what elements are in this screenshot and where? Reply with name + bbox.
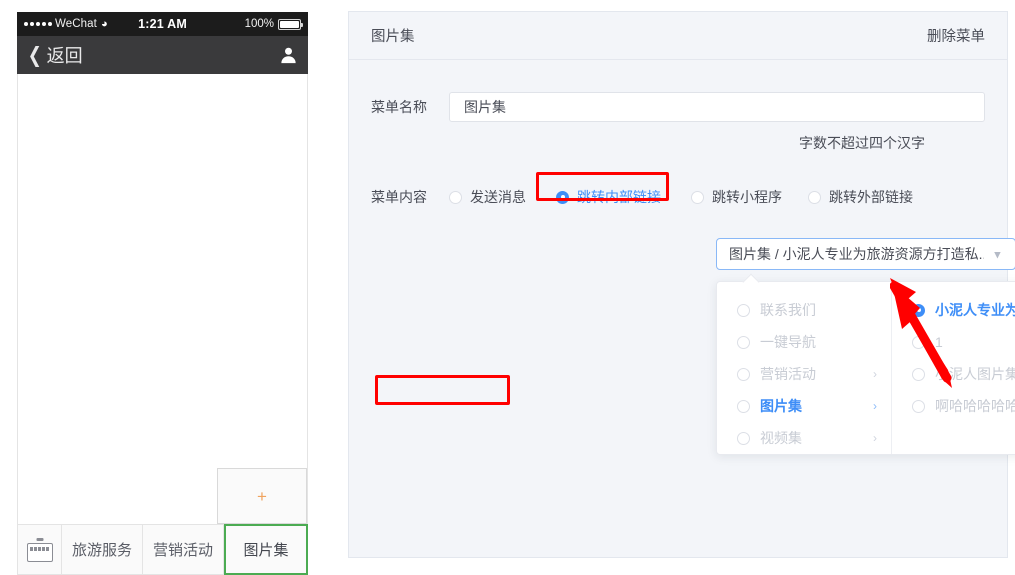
- back-button-label: 返回: [47, 42, 83, 68]
- menu-name-label: 菜单名称: [371, 97, 449, 117]
- radio-icon: [912, 400, 925, 413]
- radio-icon: [556, 191, 569, 204]
- menu-name-hint: 字数不超过四个汉字: [799, 133, 925, 153]
- radio-icon: [737, 368, 750, 381]
- radio-internal-link[interactable]: 跳转内部链接: [556, 187, 661, 207]
- dropdown-sub-item-1[interactable]: 1: [892, 326, 1015, 358]
- radio-send-message[interactable]: 发送消息: [449, 187, 526, 207]
- dropdown-item-label: 图片集: [760, 396, 802, 416]
- link-select-dropdown: 联系我们 一键导航 营销活动 › 图片集 › 视频集 ›: [716, 281, 1015, 455]
- phone-nav-bar: ❮ 返回: [17, 36, 308, 74]
- phone-tab-1[interactable]: 营销活动: [143, 525, 224, 574]
- battery-percent-label: 100%: [245, 18, 274, 30]
- dropdown-sub-item-label: 小泥人图片集: [935, 364, 1015, 384]
- dropdown-item-contact-us[interactable]: 联系我们: [717, 294, 891, 326]
- phone-tab-bar: 旅游服务 营销活动 图片集: [17, 524, 308, 575]
- radio-icon: [912, 336, 925, 349]
- menu-edit-panel: 图片集 删除菜单 菜单名称 字数不超过四个汉字 菜单内容 发送消息 跳转内部链接…: [348, 11, 1008, 558]
- back-button[interactable]: ❮ 返回: [26, 42, 83, 68]
- chevron-right-icon: ›: [873, 367, 877, 381]
- phone-tab-2[interactable]: 图片集: [224, 524, 308, 575]
- radio-icon: [912, 368, 925, 381]
- radio-label: 发送消息: [470, 187, 526, 207]
- phone-status-bar: WeChat ◕ 1:21 AM 100%: [17, 12, 308, 36]
- dropdown-item-label: 一键导航: [760, 332, 816, 352]
- dropdown-sub-item-label: 小泥人专业为旅游资源方打造私域流量及信息化SaaS平台: [935, 300, 1015, 320]
- dropdown-sub-item-label: 1: [935, 334, 943, 350]
- radio-icon: [449, 191, 462, 204]
- radio-label: 跳转小程序: [712, 187, 782, 207]
- add-menu-button[interactable]: +: [217, 468, 307, 524]
- phone-tab-0[interactable]: 旅游服务: [62, 525, 143, 574]
- chevron-right-icon: ›: [873, 399, 877, 413]
- keyboard-icon[interactable]: [18, 525, 62, 574]
- link-select-value: 图片集 / 小泥人专业为旅游资源方打造私...: [729, 244, 984, 264]
- dropdown-left-column: 联系我们 一键导航 营销活动 › 图片集 › 视频集 ›: [717, 282, 892, 454]
- radio-external-link[interactable]: 跳转外部链接: [808, 187, 913, 207]
- radio-label: 跳转外部链接: [829, 187, 913, 207]
- dropdown-item-label: 视频集: [760, 428, 802, 448]
- menu-content-label: 菜单内容: [371, 187, 449, 207]
- menu-name-row: 菜单名称: [371, 92, 985, 122]
- user-avatar-icon[interactable]: [280, 46, 297, 64]
- menu-name-input[interactable]: [449, 92, 985, 122]
- link-select-box[interactable]: 图片集 / 小泥人专业为旅游资源方打造私... ▲: [716, 238, 1015, 270]
- radio-icon: [737, 336, 750, 349]
- chevron-up-icon: ▲: [992, 249, 1003, 260]
- radio-icon: [737, 400, 750, 413]
- dropdown-sub-item-2[interactable]: 小泥人图片集: [892, 358, 1015, 390]
- dropdown-item-video[interactable]: 视频集 ›: [717, 422, 891, 454]
- radio-icon: [737, 304, 750, 317]
- dropdown-item-label: 联系我们: [760, 300, 816, 320]
- dropdown-sub-item-label: 啊哈哈哈哈哈: [935, 396, 1015, 416]
- chevron-right-icon: ›: [873, 431, 877, 445]
- phone-content-area: +: [17, 74, 308, 524]
- dropdown-sub-item-3[interactable]: 啊哈哈哈哈哈: [892, 390, 1015, 422]
- battery-icon: [278, 19, 301, 30]
- panel-header: 图片集 删除菜单: [349, 12, 1007, 60]
- radio-icon: [808, 191, 821, 204]
- dropdown-right-column: 小泥人专业为旅游资源方打造私域流量及信息化SaaS平台 1 小泥人图片集 啊哈哈…: [892, 282, 1015, 454]
- chevron-left-icon: ❮: [28, 45, 42, 66]
- page-title: 图片集: [371, 25, 415, 46]
- dropdown-item-navigation[interactable]: 一键导航: [717, 326, 891, 358]
- dropdown-item-marketing[interactable]: 营销活动 ›: [717, 358, 891, 390]
- phone-preview: WeChat ◕ 1:21 AM 100% ❮ 返回 +: [17, 12, 308, 563]
- radio-icon: [691, 191, 704, 204]
- dropdown-item-label: 营销活动: [760, 364, 816, 384]
- dropdown-sub-item-0[interactable]: 小泥人专业为旅游资源方打造私域流量及信息化SaaS平台: [892, 294, 1015, 326]
- plus-icon: +: [257, 488, 267, 505]
- radio-mini-program[interactable]: 跳转小程序: [691, 187, 782, 207]
- radio-label: 跳转内部链接: [577, 187, 661, 207]
- delete-menu-button[interactable]: 删除菜单: [927, 25, 985, 46]
- radio-icon: [737, 432, 750, 445]
- menu-content-row: 菜单内容 发送消息 跳转内部链接 跳转小程序 跳转外部链接: [371, 187, 913, 207]
- dropdown-item-gallery[interactable]: 图片集 ›: [717, 390, 891, 422]
- status-bar-right: 100%: [245, 18, 301, 30]
- radio-icon: [912, 304, 925, 317]
